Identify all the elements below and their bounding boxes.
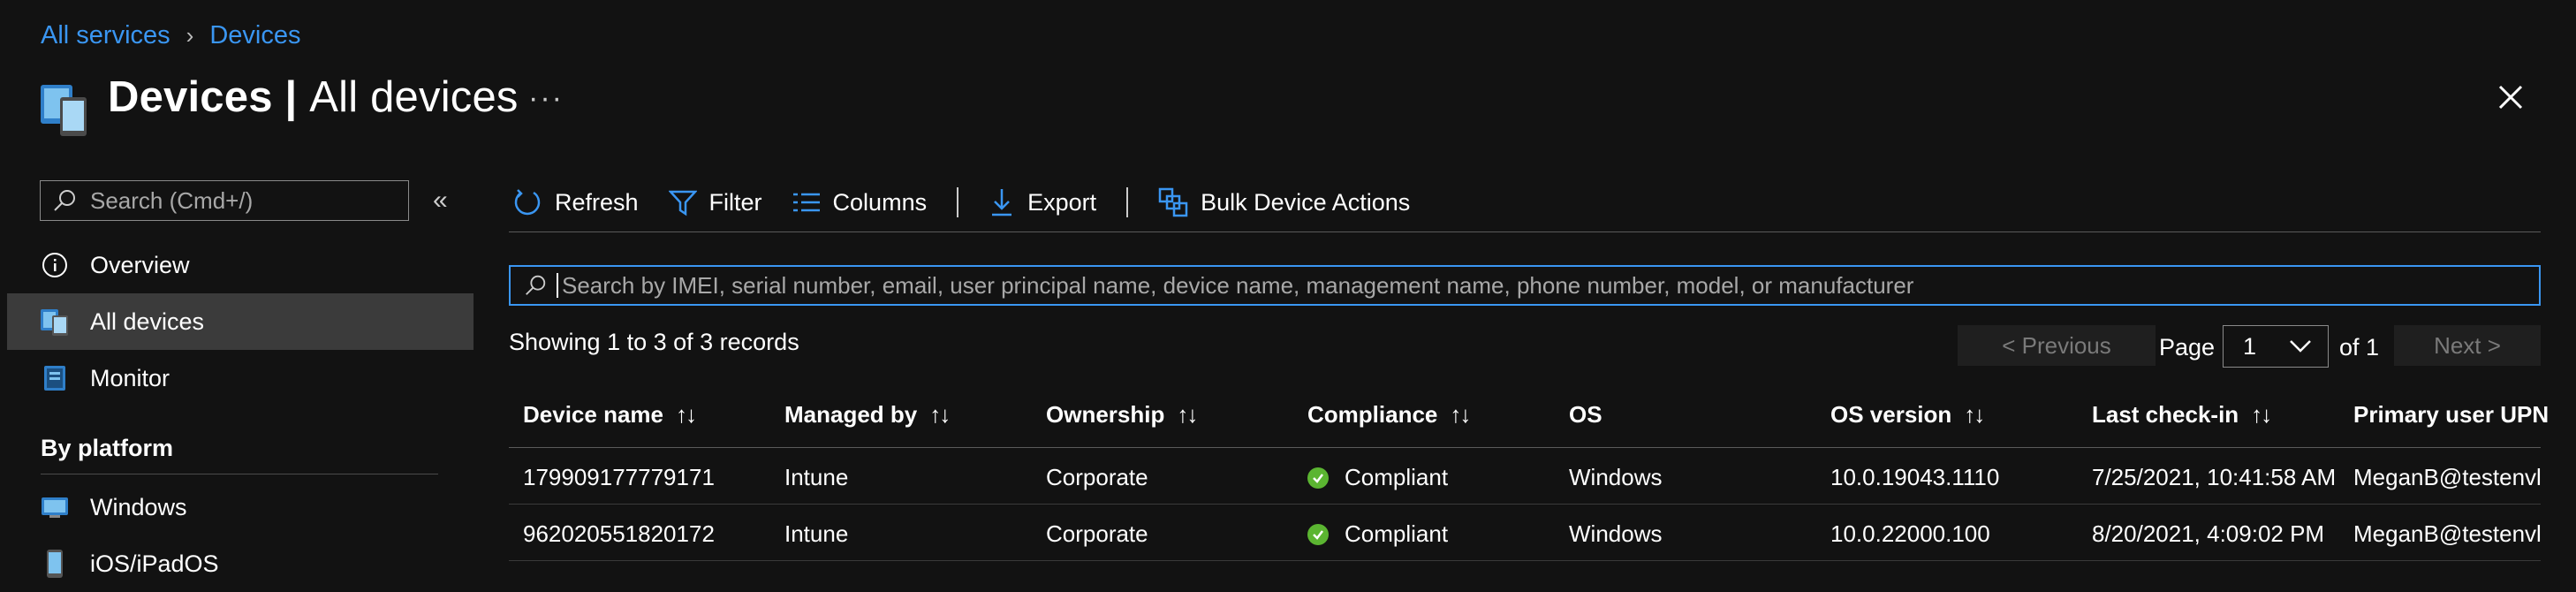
sidebar-item-monitor[interactable]: Monitor xyxy=(7,350,474,406)
sort-icon: ↑↓ xyxy=(2251,401,2272,428)
table-cell-last-check-in: 8/20/2021, 4:09:02 PM xyxy=(2092,520,2325,547)
devices-icon xyxy=(39,306,71,338)
toolbar-divider xyxy=(1126,187,1129,217)
sidebar-item-label: iOS/iPadOS xyxy=(90,550,219,577)
table-cell-os: Windows xyxy=(1569,464,1663,490)
ios-icon xyxy=(39,548,71,580)
page-select[interactable]: 1 xyxy=(2223,325,2329,368)
table-header-divider xyxy=(509,447,2541,448)
sidebar-search-input[interactable]: Search (Cmd+/) xyxy=(40,180,409,221)
column-header-device-name[interactable]: Device name ↑↓ xyxy=(523,401,697,429)
sidebar-item-ios[interactable]: iOS/iPadOS xyxy=(7,535,474,592)
column-header-primary-user-upn[interactable]: Primary user UPN xyxy=(2353,401,2549,429)
bulk-actions-icon xyxy=(1158,187,1188,217)
compliant-check-icon xyxy=(1307,523,1329,545)
previous-page-button[interactable]: < Previous xyxy=(1958,325,2156,366)
column-header-managed-by[interactable]: Managed by ↑↓ xyxy=(784,401,951,429)
table-row-divider xyxy=(509,504,2541,505)
device-search-placeholder: Search by IMEI, serial number, email, us… xyxy=(562,271,1914,299)
device-search-input[interactable]: Search by IMEI, serial number, email, us… xyxy=(509,265,2541,306)
primary-user-upn-column: MeganB@testenvlab MeganB@testenvlab xyxy=(2353,459,2541,565)
command-toolbar: Refresh Filter Columns Export Bulk Devic… xyxy=(512,180,1440,224)
sidebar-item-label: All devices xyxy=(90,307,205,335)
sort-icon: ↑↓ xyxy=(1450,401,1471,428)
search-icon xyxy=(526,275,546,295)
table-cell-os-version: 10.0.19043.1110 xyxy=(1830,464,2000,490)
columns-button[interactable]: Columns xyxy=(792,189,927,216)
sidebar-search-placeholder: Search (Cmd+/) xyxy=(90,186,254,214)
page-label: Page xyxy=(2159,334,2216,361)
table-cell-compliance: Compliant xyxy=(1307,520,1448,548)
page-title: Devices | All devices xyxy=(108,73,519,121)
sort-icon: ↑↓ xyxy=(1177,401,1198,428)
sidebar-item-label: Windows xyxy=(90,493,187,520)
breadcrumb-all-services[interactable]: All services xyxy=(41,21,170,50)
table-row-divider xyxy=(509,560,2541,561)
refresh-button[interactable]: Refresh xyxy=(512,187,639,217)
column-header-os[interactable]: OS xyxy=(1569,401,1602,429)
sidebar-item-overview[interactable]: Overview xyxy=(7,237,474,293)
breadcrumb: All services › Devices xyxy=(41,21,300,50)
download-icon xyxy=(992,189,1012,216)
table-cell-device-name[interactable]: 962020551820172 xyxy=(523,520,715,548)
search-icon xyxy=(54,190,75,211)
sidebar-item-label: Monitor xyxy=(90,364,170,391)
column-header-compliance[interactable]: Compliance ↑↓ xyxy=(1307,401,1471,429)
section-by-platform: By platform xyxy=(41,435,174,461)
table-cell-compliance: Compliant xyxy=(1307,464,1448,491)
chevron-down-icon xyxy=(2290,340,2311,353)
filter-icon xyxy=(668,190,697,216)
table-cell-last-check-in: 7/25/2021, 10:41:58 AM xyxy=(2092,464,2337,490)
close-icon[interactable] xyxy=(2493,80,2528,115)
sidebar-item-windows[interactable]: Windows xyxy=(7,479,474,535)
text-caret xyxy=(557,273,558,298)
sort-icon: ↑↓ xyxy=(1964,401,1985,428)
windows-icon xyxy=(39,491,71,523)
records-count: Showing 1 to 3 of 3 records xyxy=(509,329,799,355)
sidebar-item-label: Overview xyxy=(90,251,190,278)
filter-button[interactable]: Filter xyxy=(668,188,762,216)
table-cell-primary-user-upn[interactable]: MeganB@testenvlab xyxy=(2353,464,2541,491)
more-options-button[interactable]: ··· xyxy=(528,81,564,116)
sort-icon: ↑↓ xyxy=(929,401,951,428)
refresh-icon xyxy=(514,189,541,216)
columns-icon xyxy=(792,193,820,212)
collapse-sidebar-button[interactable]: « xyxy=(433,186,448,216)
breadcrumb-devices[interactable]: Devices xyxy=(209,21,300,50)
table-cell-device-name[interactable]: 179909177779171 xyxy=(523,464,715,491)
table-cell-managed-by: Intune xyxy=(784,520,849,547)
monitor-icon xyxy=(39,362,71,394)
table-cell-ownership: Corporate xyxy=(1046,464,1148,490)
table-cell-managed-by: Intune xyxy=(784,464,849,490)
devices-page-icon xyxy=(39,81,92,138)
export-button[interactable]: Export xyxy=(989,187,1096,217)
toolbar-divider xyxy=(957,187,959,217)
toolbar-divider-line xyxy=(509,231,2541,232)
table-cell-os: Windows xyxy=(1569,520,1663,547)
page-select-value: 1 xyxy=(2243,332,2257,360)
info-icon xyxy=(39,249,71,281)
table-cell-os-version: 10.0.22000.100 xyxy=(1830,520,1990,547)
breadcrumb-separator-icon: › xyxy=(186,22,194,49)
sidebar-item-all-devices[interactable]: All devices xyxy=(7,293,474,350)
next-page-button[interactable]: Next > xyxy=(2394,325,2541,366)
column-header-last-check-in[interactable]: Last check-in ↑↓ xyxy=(2092,401,2272,429)
column-header-os-version[interactable]: OS version ↑↓ xyxy=(1830,401,1985,429)
column-header-ownership[interactable]: Ownership ↑↓ xyxy=(1046,401,1198,429)
sort-icon: ↑↓ xyxy=(675,401,697,428)
table-cell-primary-user-upn[interactable]: MeganB@testenvlab xyxy=(2353,520,2541,548)
table-cell-ownership: Corporate xyxy=(1046,520,1148,547)
compliant-check-icon xyxy=(1307,467,1329,489)
bulk-device-actions-button[interactable]: Bulk Device Actions xyxy=(1158,187,1410,217)
page-of-label: of 1 xyxy=(2339,334,2380,361)
